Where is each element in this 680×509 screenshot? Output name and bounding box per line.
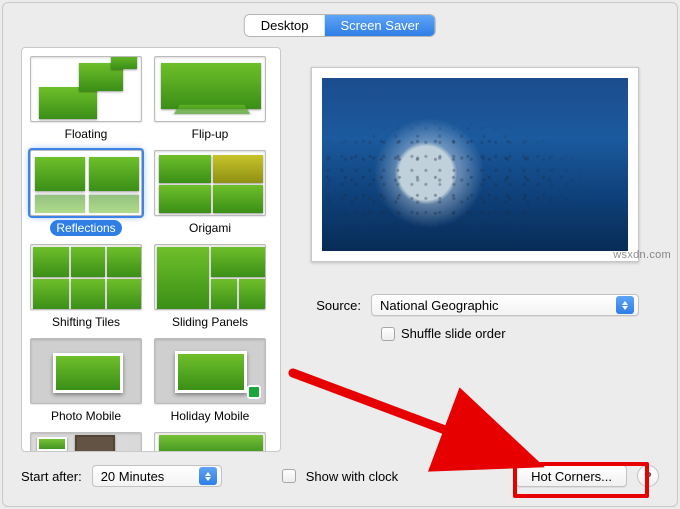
tab-screen-saver[interactable]: Screen Saver bbox=[324, 15, 435, 36]
bottom-bar: Start after: 20 Minutes Show with clock … bbox=[21, 460, 659, 492]
saver-origami[interactable]: Origami bbox=[154, 150, 266, 236]
saver-reflections[interactable]: Reflections bbox=[30, 150, 142, 236]
saver-thumb bbox=[30, 244, 142, 310]
saver-label: Reflections bbox=[50, 220, 121, 236]
saver-label: Flip-up bbox=[186, 126, 235, 142]
start-after-value: 20 Minutes bbox=[101, 469, 165, 484]
watermark: wsxdn.com bbox=[613, 249, 671, 261]
saver-label: Photo Mobile bbox=[45, 408, 127, 424]
saver-flip-up[interactable]: Flip-up bbox=[154, 56, 266, 142]
tab-desktop[interactable]: Desktop bbox=[245, 15, 325, 36]
saver-holiday-mobile[interactable]: Holiday Mobile bbox=[154, 338, 266, 424]
saver-label: Holiday Mobile bbox=[165, 408, 256, 424]
hot-corners-button[interactable]: Hot Corners... bbox=[516, 465, 627, 487]
saver-thumb bbox=[30, 432, 142, 452]
saver-thumb bbox=[30, 56, 142, 122]
saver-thumb bbox=[154, 338, 266, 404]
shuffle-label: Shuffle slide order bbox=[401, 326, 506, 341]
show-with-clock-label: Show with clock bbox=[306, 469, 398, 484]
saver-sliding-panels[interactable]: Sliding Panels bbox=[154, 244, 266, 330]
saver-label: Shifting Tiles bbox=[46, 314, 126, 330]
preview-panel: Source: National Geographic Shuffle slid… bbox=[291, 47, 659, 452]
shuffle-checkbox[interactable] bbox=[381, 327, 395, 341]
saver-partial[interactable] bbox=[30, 432, 142, 452]
show-with-clock-checkbox[interactable] bbox=[282, 469, 296, 483]
prefs-window: Desktop Screen Saver Floating bbox=[2, 2, 678, 507]
saver-thumb bbox=[154, 432, 266, 452]
screensaver-picker: Floating Flip-up Ref bbox=[21, 47, 281, 452]
saver-thumb bbox=[154, 150, 266, 216]
screensaver-preview[interactable] bbox=[311, 67, 639, 262]
saver-thumb bbox=[154, 244, 266, 310]
updown-icon bbox=[616, 296, 634, 314]
saver-thumb bbox=[30, 150, 142, 216]
start-after-label: Start after: bbox=[21, 469, 82, 484]
saver-photo-mobile[interactable]: Photo Mobile bbox=[30, 338, 142, 424]
updown-icon bbox=[199, 467, 217, 485]
saver-thumb bbox=[154, 56, 266, 122]
help-button[interactable]: ? bbox=[637, 465, 659, 487]
source-popup[interactable]: National Geographic bbox=[371, 294, 639, 316]
source-label: Source: bbox=[291, 298, 361, 313]
content-area: Floating Flip-up Ref bbox=[21, 47, 659, 452]
saver-shifting-tiles[interactable]: Shifting Tiles bbox=[30, 244, 142, 330]
source-value: National Geographic bbox=[380, 298, 499, 313]
saver-partial[interactable] bbox=[154, 432, 266, 452]
saver-label: Floating bbox=[59, 126, 114, 142]
saver-floating[interactable]: Floating bbox=[30, 56, 142, 142]
start-after-popup[interactable]: 20 Minutes bbox=[92, 465, 222, 487]
tab-switcher: Desktop Screen Saver bbox=[245, 15, 435, 36]
saver-label: Origami bbox=[183, 220, 237, 236]
saver-label: Sliding Panels bbox=[166, 314, 254, 330]
saver-thumb bbox=[30, 338, 142, 404]
